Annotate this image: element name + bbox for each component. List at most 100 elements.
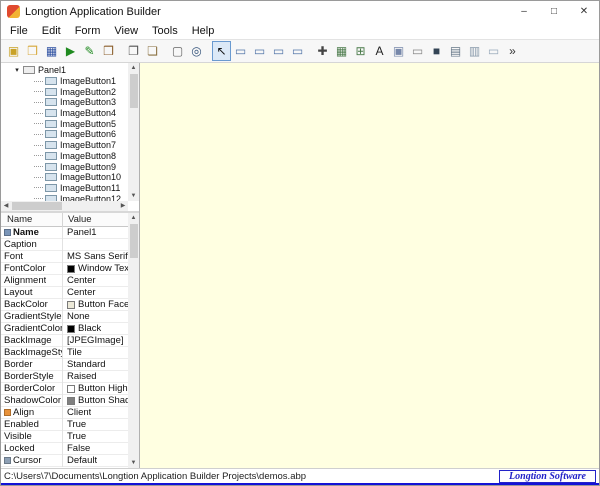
property-row[interactable]: BorderStyle Raised (1, 370, 128, 383)
property-row[interactable]: Locked False (1, 442, 128, 455)
close-button[interactable]: ✕ (569, 1, 599, 22)
new-project-button[interactable]: ▣ (4, 41, 23, 61)
property-value-cell[interactable]: Button Face (63, 299, 128, 311)
copy-button[interactable]: ❐ (124, 41, 143, 61)
memo-control-button[interactable]: ▥ (465, 41, 484, 61)
add-control-button[interactable]: ✚ (313, 41, 332, 61)
property-row[interactable]: BackImage [JPEGImage] (1, 334, 128, 347)
property-row[interactable]: Name Panel1 (1, 226, 128, 239)
property-value-cell[interactable] (63, 239, 128, 251)
list-control-button[interactable]: ▤ (446, 41, 465, 61)
scroll-right-icon[interactable]: ▶ (118, 201, 128, 211)
tree-item[interactable]: ImageButton10 (1, 172, 128, 183)
tree-item[interactable]: ImageButton11 (1, 183, 128, 194)
property-value-cell[interactable]: Window Text (63, 263, 128, 275)
darkpanel-control-button[interactable]: ■ (427, 41, 446, 61)
select-cursor-button[interactable]: ↖ (212, 41, 231, 61)
property-row[interactable]: GradientColor Black (1, 322, 128, 335)
menu-item[interactable]: Form (68, 24, 108, 38)
open-project-button[interactable]: ❒ (23, 41, 42, 61)
property-value-cell[interactable]: Panel1 (63, 227, 128, 239)
tree-vscroll-thumb[interactable] (129, 74, 138, 108)
tree-item[interactable]: ImageButton3 (1, 97, 128, 108)
property-row[interactable]: Font MS Sans Serif (1, 250, 128, 263)
property-value-cell[interactable]: Client (63, 407, 128, 419)
minimize-button[interactable]: – (509, 1, 539, 22)
tree-hscroll-thumb[interactable] (12, 202, 62, 210)
scroll-up-icon[interactable]: ▲ (129, 63, 139, 73)
menu-item[interactable]: Help (185, 24, 222, 38)
maximize-button[interactable]: □ (539, 1, 569, 22)
property-row[interactable]: Layout Center (1, 286, 128, 299)
tree-item-root[interactable]: ▾ Panel1 (1, 65, 128, 76)
property-value-cell[interactable]: Button Shadow (63, 395, 128, 407)
property-row[interactable]: ShadowColor Button Shadow (1, 394, 128, 407)
button-control-button[interactable]: ▭ (408, 41, 427, 61)
tree-expander-icon[interactable]: ▾ (11, 66, 23, 74)
property-row[interactable]: Align Client (1, 406, 128, 419)
property-row[interactable]: Border Standard (1, 358, 128, 371)
property-row[interactable]: GradientStyle None (1, 310, 128, 323)
property-value-cell[interactable]: Black (63, 323, 128, 335)
property-row[interactable]: BackColor Button Face (1, 298, 128, 311)
property-value-cell[interactable]: Default (63, 455, 128, 467)
frame-control-button[interactable]: ▭ (269, 41, 288, 61)
tree-item[interactable]: ImageButton9 (1, 161, 128, 172)
menu-item[interactable]: View (107, 24, 145, 38)
property-value-cell[interactable]: False (63, 443, 128, 455)
properties-vertical-scrollbar[interactable]: ▲ ▼ (128, 213, 139, 468)
property-row[interactable]: BackImageStyle Tile (1, 346, 128, 359)
property-row[interactable]: Alignment Center (1, 274, 128, 287)
label-control-button[interactable]: A (370, 41, 389, 61)
new-form-button[interactable]: ▢ (168, 41, 187, 61)
property-row[interactable]: Enabled True (1, 418, 128, 431)
tree-control-button[interactable]: ⊞ (351, 41, 370, 61)
property-value-cell[interactable]: Tile (63, 347, 128, 359)
scroll-down-icon[interactable]: ▼ (129, 191, 139, 201)
property-value-cell[interactable]: True (63, 431, 128, 443)
form-design-canvas[interactable] (140, 63, 599, 468)
property-value-cell[interactable]: [JPEGImage] (63, 335, 128, 347)
property-value-cell[interactable]: Standard (63, 359, 128, 371)
preview-button[interactable]: ◎ (187, 41, 206, 61)
package-button[interactable]: ❒ (99, 41, 118, 61)
scroll-down-icon[interactable]: ▼ (129, 458, 139, 468)
property-row[interactable]: Visible True (1, 430, 128, 443)
tree-vertical-scrollbar[interactable]: ▲ ▼ (128, 63, 139, 201)
grid-control-button[interactable]: ▦ (332, 41, 351, 61)
tree-item[interactable]: ImageButton4 (1, 108, 128, 119)
save-project-button[interactable]: ▦ (42, 41, 61, 61)
property-value-cell[interactable]: Raised (63, 371, 128, 383)
property-value-cell[interactable]: None (63, 311, 128, 323)
tree-item[interactable]: ImageButton7 (1, 140, 128, 151)
more-tools-button[interactable]: » (503, 41, 522, 61)
tree-item[interactable]: ImageButton8 (1, 151, 128, 162)
pagecontrol-control-button[interactable]: ▭ (288, 41, 307, 61)
image-control-button[interactable]: ▣ (389, 41, 408, 61)
property-value-cell[interactable]: MS Sans Serif (63, 251, 128, 263)
menu-item[interactable]: Edit (35, 24, 68, 38)
groupbox-control-button[interactable]: ▭ (250, 41, 269, 61)
property-value-cell[interactable]: Button Highlight (63, 383, 128, 395)
property-row[interactable]: Caption (1, 238, 128, 251)
tree-horizontal-scrollbar[interactable]: ◀ ▶ (1, 201, 128, 211)
property-row[interactable]: BorderColor Button Highlight (1, 382, 128, 395)
panel-control-button[interactable]: ▭ (231, 41, 250, 61)
scroll-left-icon[interactable]: ◀ (1, 201, 11, 211)
property-value-cell[interactable]: True (63, 419, 128, 431)
tree-item[interactable]: ImageButton12 (1, 193, 128, 201)
menu-item[interactable]: File (3, 24, 35, 38)
scroll-up-icon[interactable]: ▲ (129, 213, 139, 223)
tree-item[interactable]: ImageButton6 (1, 129, 128, 140)
tree-item[interactable]: ImageButton2 (1, 86, 128, 97)
edit-run-button[interactable]: ✎ (80, 41, 99, 61)
menu-item[interactable]: Tools (145, 24, 185, 38)
properties-vscroll-thumb[interactable] (129, 224, 138, 258)
property-row[interactable]: FontColor Window Text (1, 262, 128, 275)
paste-button[interactable]: ❏ (143, 41, 162, 61)
edit-control-button[interactable]: ▭ (484, 41, 503, 61)
tree-item[interactable]: ImageButton5 (1, 118, 128, 129)
property-value-cell[interactable]: Center (63, 275, 128, 287)
tree-item[interactable]: ImageButton1 (1, 76, 128, 87)
run-button[interactable]: ▶ (61, 41, 80, 61)
